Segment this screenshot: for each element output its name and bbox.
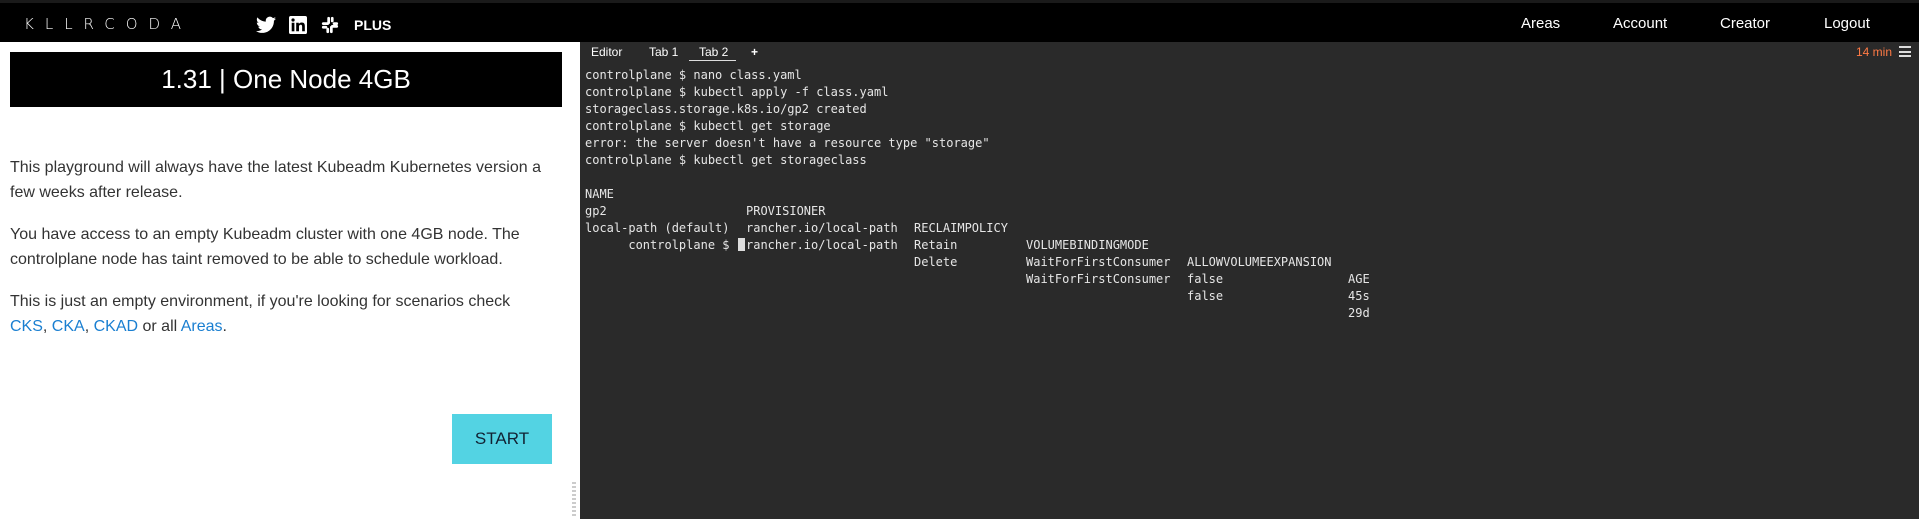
terminal-line: controlplane $ nano class.yaml [585, 68, 802, 82]
table-cell: 29d [1348, 306, 1370, 320]
logo[interactable]: KLLRCODA [24, 15, 192, 33]
table-cell: Retain [914, 238, 958, 252]
drag-handle[interactable] [572, 482, 576, 518]
scenario-panel: 1.31 | One Node 4GB This playground will… [0, 42, 568, 519]
add-tab-button[interactable]: + [751, 45, 758, 59]
start-button[interactable]: START [452, 414, 552, 464]
table-cell: false [1187, 289, 1224, 303]
terminal-output[interactable]: controlplane $ nano class.yaml controlpl… [585, 67, 1905, 320]
terminal-line: error: the server doesn't have a resourc… [585, 136, 990, 150]
scenarios-paragraph: This is just an empty environment, if yo… [10, 289, 566, 339]
terminal-prompt: controlplane $ [628, 238, 737, 252]
column-header: ALLOWVOLUMEEXPANSION [1187, 255, 1332, 269]
session-timer: 14 min [1856, 45, 1893, 59]
nav-creator[interactable]: Creator [1720, 15, 1770, 32]
separator: , [84, 318, 94, 335]
description-paragraph: This playground will always have the lat… [10, 159, 541, 201]
top-nav: KLLRCODA PLUS Areas Account Creator Logo… [0, 0, 1919, 42]
terminal-panel: Editor Tab 1 Tab 2 + 14 min controlplane… [580, 42, 1919, 519]
tab-editor[interactable]: Editor [591, 45, 622, 59]
table-cell: false [1187, 272, 1224, 286]
terminal-line: storageclass.storage.k8s.io/gp2 created [585, 102, 867, 116]
table-header-row: NAME PROVISIONER RECLAIMPOLICY VOLUMEBIN… [585, 169, 1905, 286]
description-paragraph: You have access to an empty Kubeadm clus… [10, 226, 520, 268]
plus-link[interactable]: PLUS [354, 17, 391, 33]
column-header: RECLAIMPOLICY [914, 221, 1008, 235]
table-cell: WaitForFirstConsumer [1026, 255, 1171, 269]
tab-1[interactable]: Tab 1 [649, 45, 678, 59]
table-cell: local-path (default) [585, 221, 730, 235]
table-cell: rancher.io/local-path [746, 238, 898, 252]
nav-logout[interactable]: Logout [1824, 15, 1870, 32]
table-cell: WaitForFirstConsumer [1026, 272, 1171, 286]
page-title: 1.31 | One Node 4GB [10, 52, 562, 107]
linkedin-icon[interactable] [288, 16, 308, 34]
nav-account[interactable]: Account [1613, 15, 1667, 32]
hamburger-menu-icon[interactable] [1899, 46, 1911, 57]
separator: or all [138, 318, 181, 335]
terminal-line: controlplane $ kubectl get storage [585, 119, 831, 133]
link-cks[interactable]: CKS [10, 318, 43, 335]
active-tab-indicator [689, 60, 736, 61]
link-cka[interactable]: CKA [52, 318, 85, 335]
panel-splitter[interactable] [568, 42, 580, 519]
table-cell: Delete [914, 255, 958, 269]
tab-2[interactable]: Tab 2 [699, 45, 728, 59]
nav-areas[interactable]: Areas [1521, 15, 1560, 32]
table-row: gp2 rancher.io/local-path Retain WaitFor… [585, 186, 1905, 303]
period: . [222, 318, 227, 335]
terminal-line: controlplane $ kubectl get storageclass [585, 153, 867, 167]
twitter-icon[interactable] [256, 16, 276, 34]
table-row: local-path (default) rancher.io/local-pa… [585, 203, 1905, 320]
table-cell: rancher.io/local-path [746, 221, 898, 235]
link-ckad[interactable]: CKAD [94, 318, 138, 335]
column-header: VOLUMEBINDINGMODE [1026, 238, 1149, 252]
link-areas[interactable]: Areas [181, 318, 223, 335]
column-header: AGE [1348, 272, 1370, 286]
terminal-tabs: Editor Tab 1 Tab 2 + 14 min [580, 42, 1919, 62]
scenarios-text: This is just an empty environment, if yo… [10, 293, 511, 310]
slack-icon[interactable] [320, 16, 340, 34]
terminal-cursor [737, 238, 745, 251]
separator: , [42, 318, 52, 335]
table-cell: 45s [1348, 289, 1370, 303]
terminal-line: controlplane $ kubectl apply -f class.ya… [585, 85, 889, 99]
